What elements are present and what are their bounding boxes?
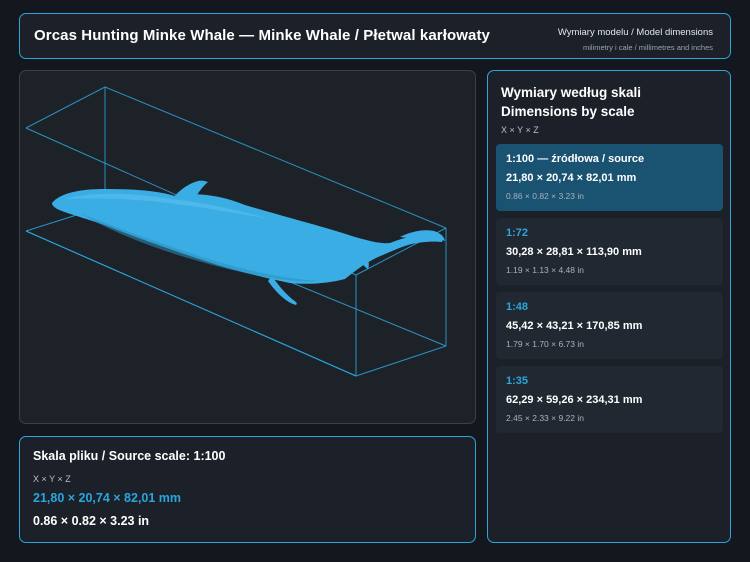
scales-title-pl: Wymiary według skali	[501, 85, 642, 100]
scale-card-label: 1:100 — źródłowa / source	[506, 153, 645, 165]
scale-card-dims-mm: 30,28 × 28,81 × 113,90 mm	[506, 246, 642, 258]
scale-card-dims-in: 0.86 × 0.82 × 3.23 in	[506, 191, 584, 201]
source-scale-panel: Skala pliku / Source scale: 1:100 X × Y …	[19, 436, 476, 543]
scale-card-1-100[interactable]: 1:100 — źródłowa / source 21,80 × 20,74 …	[496, 144, 723, 211]
source-dims-mm: 21,80 × 20,74 × 82,01 mm	[33, 491, 182, 505]
scale-card-1-72[interactable]: 1:72 30,28 × 28,81 × 113,90 mm 1.19 × 1.…	[496, 218, 723, 285]
whale-model	[52, 180, 445, 305]
source-axes-label: X × Y × Z	[33, 474, 71, 484]
scales-panel: Wymiary według skali Dimensions by scale…	[487, 70, 731, 543]
scales-title-en: Dimensions by scale	[501, 104, 635, 119]
scale-card-dims-in: 1.19 × 1.13 × 4.48 in	[506, 265, 584, 275]
model-viewer[interactable]	[19, 70, 476, 424]
scale-card-1-35[interactable]: 1:35 62,29 × 59,26 × 234,31 mm 2.45 × 2.…	[496, 366, 723, 433]
scale-card-label: 1:72	[506, 227, 529, 239]
scales-title: Wymiary według skali Dimensions by scale	[501, 83, 641, 121]
source-scale-title: Skala pliku / Source scale: 1:100	[33, 449, 226, 463]
header-panel: Orcas Hunting Minke Whale — Minke Whale …	[19, 13, 731, 59]
scales-axes-label: X × Y × Z	[501, 125, 539, 135]
source-dims-in: 0.86 × 0.82 × 3.23 in	[33, 514, 150, 528]
model-viewport	[25, 86, 447, 377]
scale-card-dims-mm: 62,29 × 59,26 × 234,31 mm	[506, 394, 643, 406]
scale-card-dims-in: 1.79 × 1.70 × 6.73 in	[506, 339, 584, 349]
scale-card-dims-mm: 45,42 × 43,21 × 170,85 mm	[506, 320, 643, 332]
header-units-note: milimetry i cale / millimetres and inche…	[582, 43, 713, 52]
page-title: Orcas Hunting Minke Whale — Minke Whale …	[34, 27, 491, 44]
scale-card-label: 1:35	[506, 375, 529, 387]
scale-card-dims-mm: 21,80 × 20,74 × 82,01 mm	[506, 172, 637, 184]
header-subtitle: Wymiary modelu / Model dimensions	[557, 27, 713, 38]
scale-card-label: 1:48	[506, 301, 529, 313]
scale-card-1-48[interactable]: 1:48 45,42 × 43,21 × 170,85 mm 1.79 × 1.…	[496, 292, 723, 359]
scale-card-dims-in: 2.45 × 2.33 × 9.22 in	[506, 413, 584, 423]
